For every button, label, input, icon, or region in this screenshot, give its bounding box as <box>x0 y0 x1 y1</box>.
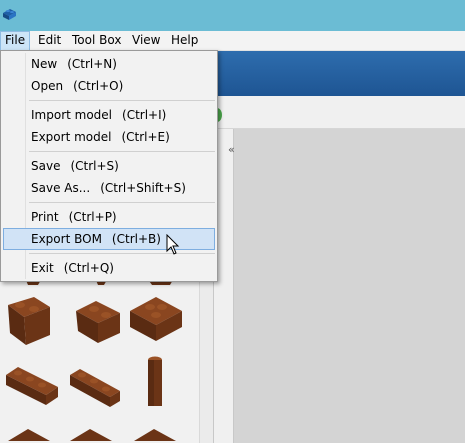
menu-item-label: Save <box>31 159 61 173</box>
menu-item-shortcut: (Ctrl+O) <box>73 79 124 93</box>
menu-bar: File Edit Tool Box View Help <box>0 31 465 51</box>
menu-item-label: Exit <box>31 261 54 275</box>
3d-viewport[interactable] <box>234 129 465 443</box>
menu-view[interactable]: View <box>128 31 164 51</box>
app-brick-icon <box>3 9 16 20</box>
brick-item[interactable] <box>144 355 166 409</box>
brick-item[interactable] <box>66 427 116 443</box>
menu-item-export-model[interactable]: Export model (Ctrl+E) <box>3 126 215 148</box>
menu-item-exit[interactable]: Exit (Ctrl+Q) <box>3 257 215 279</box>
menu-item-label: New <box>31 57 58 71</box>
brick-item[interactable] <box>130 427 180 443</box>
menu-item-label: Export model <box>31 130 112 144</box>
menu-toolbox[interactable]: Tool Box <box>68 31 125 51</box>
menu-item-save-as[interactable]: Save As... (Ctrl+Shift+S) <box>3 177 215 199</box>
menu-item-label: Import model <box>31 108 113 122</box>
menu-item-save[interactable]: Save (Ctrl+S) <box>3 155 215 177</box>
window-titlebar[interactable] <box>0 0 465 31</box>
menu-separator <box>29 202 215 203</box>
menu-help[interactable]: Help <box>167 31 202 51</box>
menu-item-export-bom[interactable]: Export BOM (Ctrl+B) <box>3 228 215 250</box>
menu-item-shortcut: (Ctrl+N) <box>67 57 117 71</box>
brick-item[interactable] <box>126 293 186 345</box>
menu-item-import-model[interactable]: Import model (Ctrl+I) <box>3 104 215 126</box>
menu-item-shortcut: (Ctrl+E) <box>121 130 170 144</box>
menu-file[interactable]: File <box>0 31 31 51</box>
file-menu-dropdown: New (Ctrl+N) Open (Ctrl+O) Import model (Ct… <box>0 50 218 282</box>
menu-item-new[interactable]: New (Ctrl+N) <box>3 53 215 75</box>
brick-item[interactable] <box>70 297 124 347</box>
menu-item-shortcut: (Ctrl+S) <box>70 159 119 173</box>
mouse-pointer-icon <box>166 234 180 255</box>
menu-item-shortcut: (Ctrl+I) <box>122 108 167 122</box>
menu-separator <box>29 253 215 254</box>
brick-item[interactable] <box>4 427 54 443</box>
menu-item-label: Save As... <box>31 181 91 195</box>
menu-separator <box>29 151 215 152</box>
menu-item-label: Export BOM <box>31 232 102 246</box>
brick-item[interactable] <box>4 295 54 347</box>
menu-item-shortcut: (Ctrl+Q) <box>63 261 114 275</box>
menu-item-shortcut: (Ctrl+Shift+S) <box>100 181 186 195</box>
menu-item-shortcut: (Ctrl+B) <box>111 232 161 246</box>
menu-item-open[interactable]: Open (Ctrl+O) <box>3 75 215 97</box>
brick-item[interactable] <box>4 363 60 407</box>
menu-item-shortcut: (Ctrl+P) <box>68 210 117 224</box>
brick-item[interactable] <box>68 365 122 409</box>
menu-item-label: Open <box>31 79 64 93</box>
menu-separator <box>29 100 215 101</box>
menu-edit[interactable]: Edit <box>34 31 65 51</box>
menu-item-print[interactable]: Print (Ctrl+P) <box>3 206 215 228</box>
menu-item-label: Print <box>31 210 59 224</box>
